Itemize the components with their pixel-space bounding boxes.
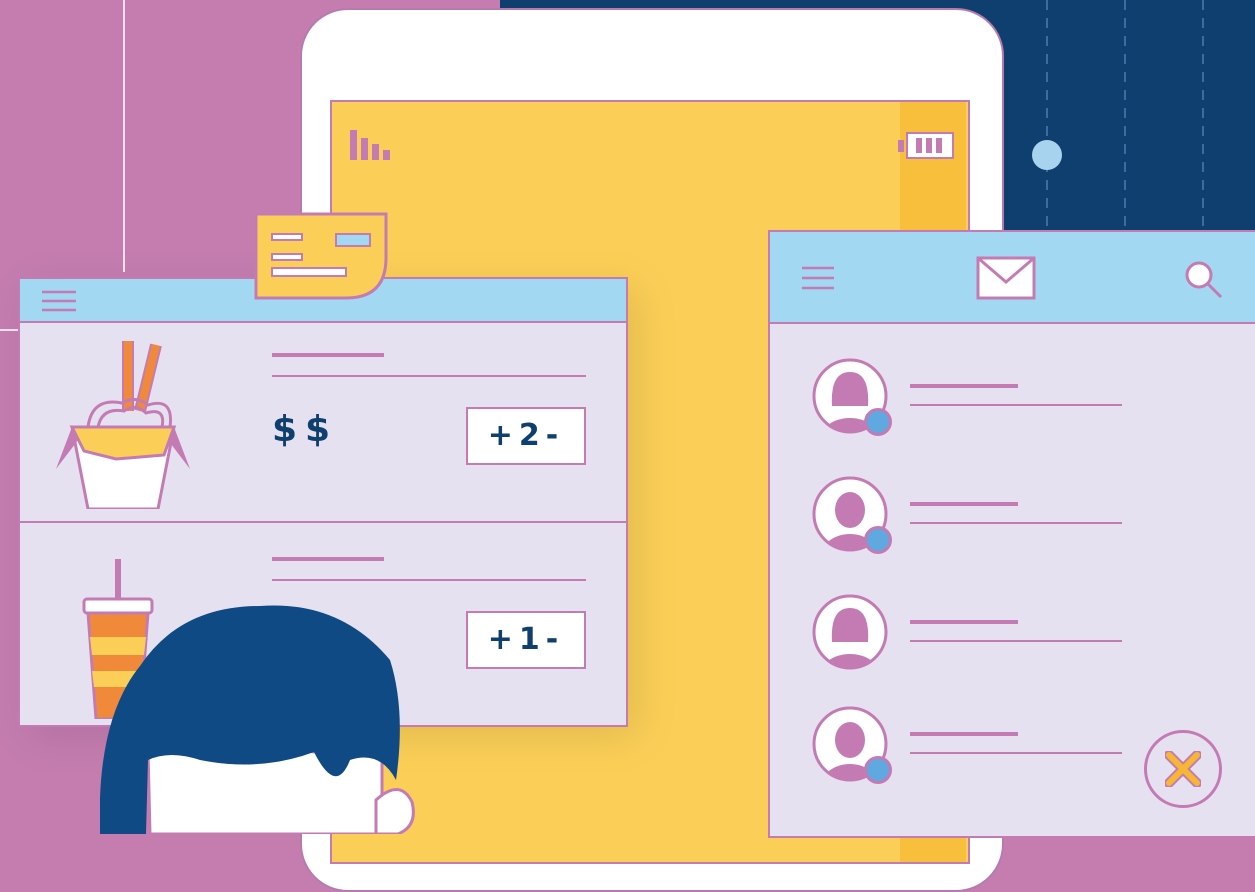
contact-message-line (910, 404, 1122, 406)
close-icon (1165, 751, 1201, 787)
female-avatar-icon (812, 594, 888, 670)
item-description-line (272, 375, 586, 377)
person-illustration (100, 605, 415, 834)
contact-message-line (910, 522, 1122, 524)
item-price: $$ (272, 409, 339, 450)
contact-message-line (910, 640, 1122, 642)
contact-name-line (910, 620, 1018, 624)
contact-item[interactable] (812, 358, 1132, 438)
messages-panel-header (770, 232, 1255, 324)
order-item: $$ +2- (20, 323, 626, 521)
contact-name-line (910, 384, 1018, 388)
noodle-box-icon (56, 341, 190, 509)
battery-icon (898, 132, 954, 159)
menu-icon[interactable] (42, 290, 76, 312)
contact-item[interactable] (812, 706, 1132, 786)
menu-icon[interactable] (802, 266, 834, 290)
online-status-dot (864, 408, 892, 436)
payment-card-icon (254, 212, 388, 300)
contact-message-line (910, 752, 1122, 754)
signal-icon (350, 130, 390, 160)
contact-item[interactable] (812, 476, 1132, 556)
item-title-line (272, 353, 384, 357)
online-status-dot (864, 526, 892, 554)
contact-item[interactable] (812, 594, 1132, 674)
contact-name-line (910, 732, 1018, 736)
quantity-stepper[interactable]: +2- (466, 407, 586, 465)
decorative-dot (1032, 140, 1062, 170)
search-icon[interactable] (1184, 260, 1224, 300)
item-title-line (272, 557, 384, 561)
contact-name-line (910, 502, 1018, 506)
mail-icon[interactable] (976, 256, 1036, 300)
item-description-line (272, 579, 586, 581)
quantity-stepper[interactable]: +1- (466, 611, 586, 669)
close-button[interactable] (1144, 730, 1222, 808)
online-status-dot (864, 756, 892, 784)
